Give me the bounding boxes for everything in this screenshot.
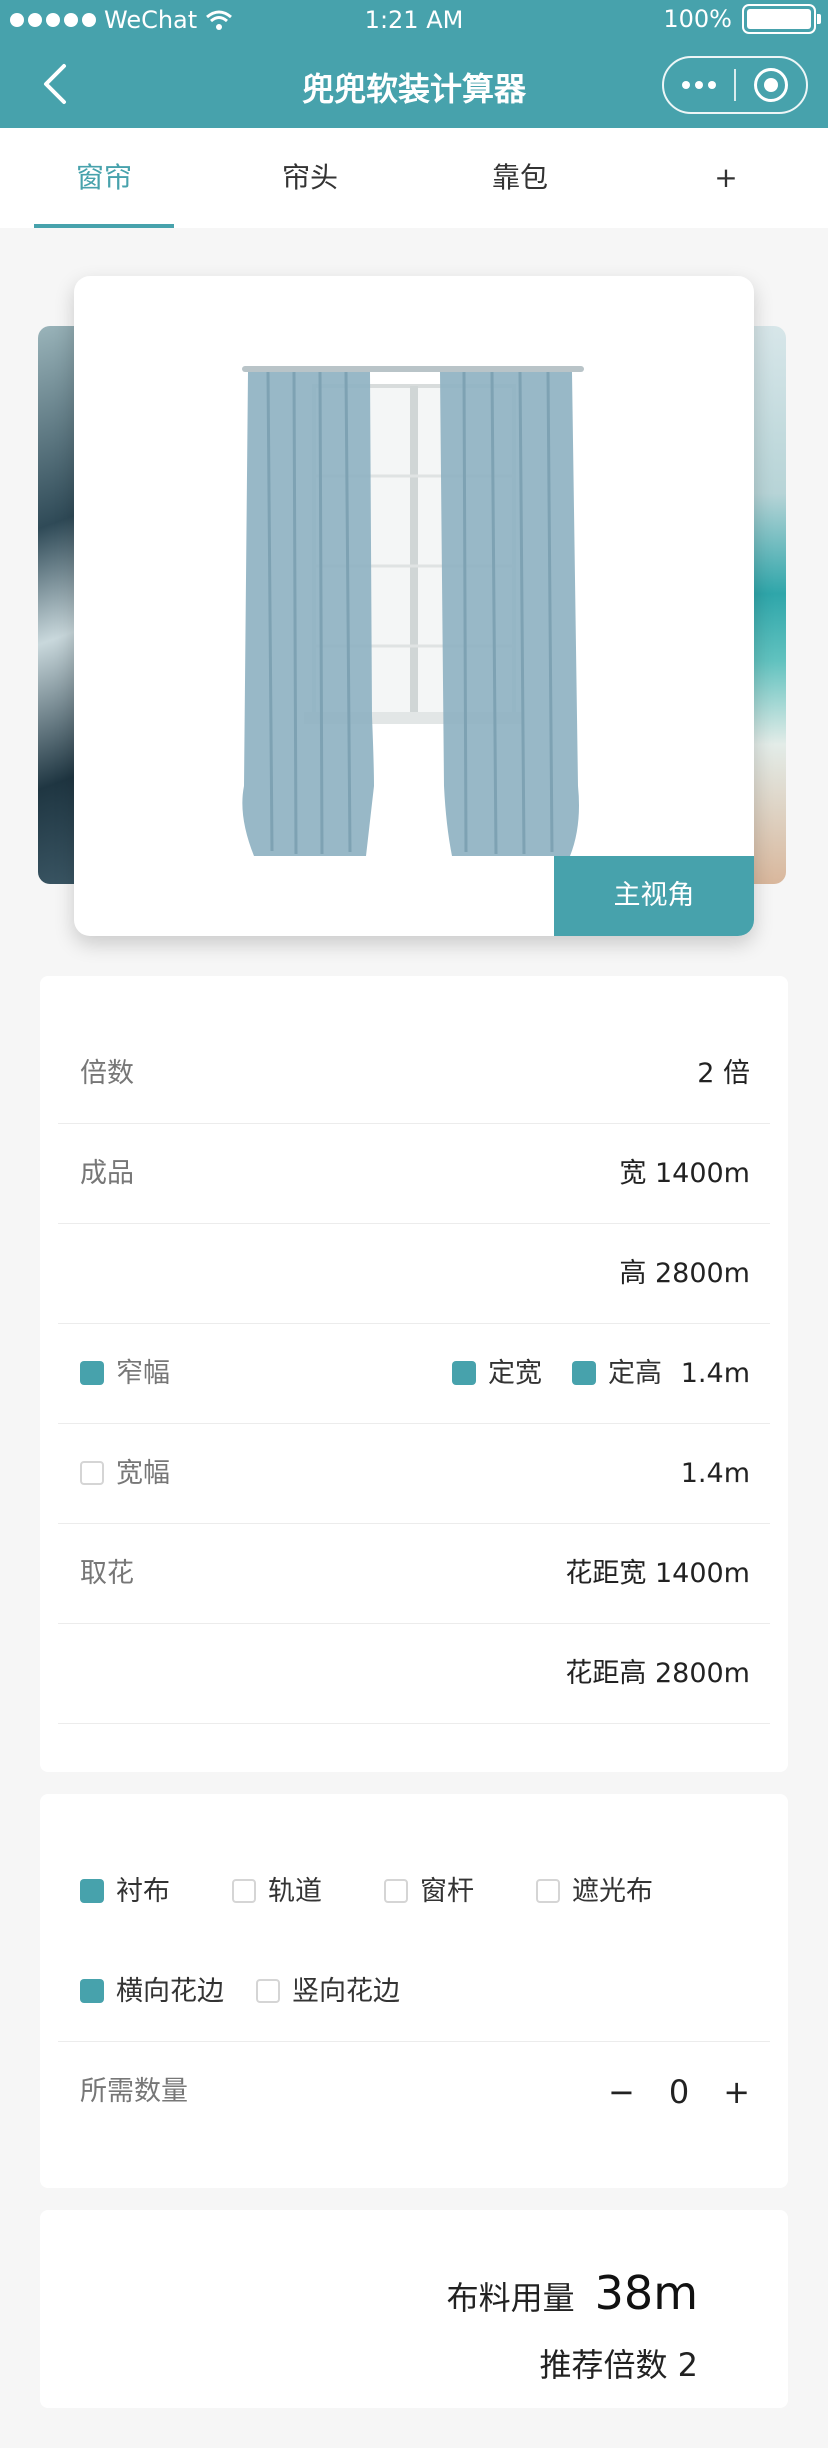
checkbox-checked-icon [572,1360,596,1385]
checkbox-checked-icon [80,1878,104,1903]
fabric-usage: 布料用量 38m [447,2266,698,2320]
battery-percent: 100% [663,5,732,33]
vertical-border-label: 竖向花边 [292,1976,400,2007]
mini-program-capsule [662,56,808,114]
fixed-height-label: 定高 [608,1358,662,1389]
options-card: 衬布 轨道 窗杆 遮光布 横向花边 竖向花边 所需数量 − 0 + [40,1794,788,2188]
lining-checkbox[interactable]: 衬布 [80,1842,170,1942]
quantity-label: 所需数量 [80,2076,188,2107]
curtain-image [242,366,584,856]
tab-underline [34,224,174,228]
checkbox-unchecked-icon [384,1878,408,1903]
row-quantity: 所需数量 − 0 + [58,2042,770,2142]
track-checkbox[interactable]: 轨道 [232,1842,322,1942]
checkbox-unchecked-icon [80,1460,104,1485]
pattern-label: 取花 [80,1558,134,1589]
pattern-width-value[interactable]: 花距宽 1400m [565,1524,750,1624]
row-multiple: 倍数 2 倍 [58,1024,770,1124]
checkbox-unchecked-icon [256,1978,280,2003]
more-icon[interactable] [664,81,734,89]
pattern-height-value[interactable]: 花距高 2800m [565,1624,750,1724]
narrow-checkbox[interactable]: 窄幅 [80,1324,170,1424]
lining-label: 衬布 [116,1876,170,1907]
rod-checkbox[interactable]: 窗杆 [384,1842,474,1942]
row-accessories: 衬布 轨道 窗杆 遮光布 [58,1842,770,1942]
fixed-height-checkbox[interactable]: 定高 [572,1324,662,1424]
tab-valance[interactable]: 帘头 [250,128,370,228]
width-value[interactable]: 宽 1400m [619,1124,750,1224]
tab-cushion[interactable]: 靠包 [460,128,580,228]
recommended-multiple: 推荐倍数 2 [539,2346,698,2384]
row-pattern-width: 取花 花距宽 1400m [58,1524,770,1624]
horizontal-border-label: 横向花边 [116,1976,224,2007]
rod-label: 窗杆 [420,1876,474,1907]
quantity-plus-button[interactable]: + [723,2073,750,2111]
horizontal-border-checkbox[interactable]: 横向花边 [80,1942,224,2042]
quantity-stepper: − 0 + [608,2042,750,2142]
row-wide: 宽幅 1.4m [58,1424,770,1524]
status-bar: WeChat 1:21 AM 100% [0,0,828,40]
quantity-value[interactable]: 0 [669,2073,689,2111]
checkbox-checked-icon [452,1360,476,1385]
params-card: 倍数 2 倍 成品 宽 1400m 高 2800m 窄幅 定宽 定高 1.4m … [40,976,788,1772]
fixed-width-checkbox[interactable]: 定宽 [452,1324,542,1424]
row-narrow: 窄幅 定宽 定高 1.4m [58,1324,770,1424]
main-view-button[interactable]: 主视角 [554,856,754,936]
track-label: 轨道 [268,1876,322,1907]
multiple-label: 倍数 [80,1058,134,1089]
close-program-button[interactable] [736,68,806,102]
multiple-value[interactable]: 2 倍 [697,1024,750,1124]
row-pattern-height: 花距高 2800m [58,1624,770,1724]
checkbox-checked-icon [80,1978,104,2003]
row-finished-width: 成品 宽 1400m [58,1124,770,1224]
top-bar: WeChat 1:21 AM 100% 兜兜软装计算器 [0,0,828,128]
wide-label: 宽幅 [116,1458,170,1489]
result-card: 布料用量 38m 推荐倍数 2 [40,2210,788,2408]
narrow-label: 窄幅 [116,1358,170,1389]
carousel-main-card[interactable]: 主视角 [74,276,754,936]
blackout-checkbox[interactable]: 遮光布 [536,1842,653,1942]
vertical-border-checkbox[interactable]: 竖向花边 [256,1942,400,2042]
tab-bar: 窗帘 帘头 靠包 + [0,128,828,228]
target-icon [753,68,788,102]
height-value[interactable]: 高 2800m [619,1224,750,1324]
finished-label: 成品 [80,1158,134,1189]
checkbox-checked-icon [80,1360,104,1385]
row-finished-height: 高 2800m [58,1224,770,1324]
tab-add[interactable]: + [686,128,766,228]
fixed-width-label: 定宽 [488,1358,542,1389]
fabric-usage-value: 38m [594,2266,698,2320]
checkbox-unchecked-icon [536,1878,560,1903]
wide-value: 1.4m [680,1458,750,1489]
row-borders: 横向花边 竖向花边 [58,1942,770,2042]
battery-icon [742,4,821,34]
quantity-minus-button[interactable]: − [608,2073,635,2111]
status-right: 100% [663,4,821,34]
fabric-usage-label: 布料用量 [446,2279,575,2317]
narrow-value: 1.4m [680,1358,750,1389]
checkbox-unchecked-icon [232,1878,256,1903]
blackout-label: 遮光布 [572,1876,653,1907]
wide-checkbox[interactable]: 宽幅 [80,1424,170,1524]
tab-curtain[interactable]: 窗帘 [34,128,174,228]
